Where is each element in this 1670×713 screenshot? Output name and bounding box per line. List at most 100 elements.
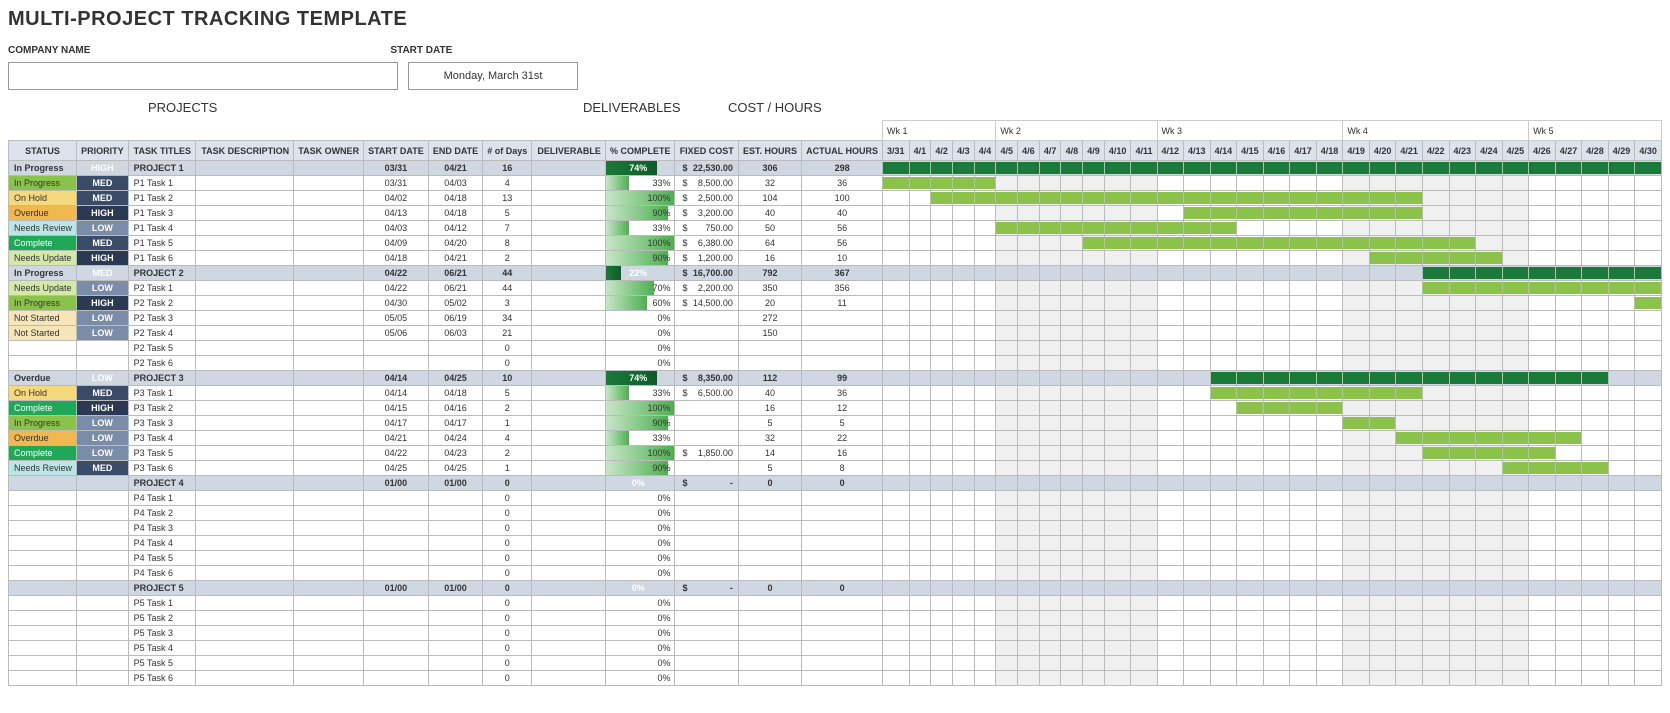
- gantt-cell[interactable]: [931, 581, 953, 596]
- deliv-cell[interactable]: [532, 281, 606, 296]
- gantt-cell[interactable]: [1502, 326, 1529, 341]
- gantt-cell[interactable]: [1343, 281, 1370, 296]
- gantt-cell[interactable]: [1290, 536, 1317, 551]
- gantt-cell[interactable]: [1449, 596, 1476, 611]
- gantt-cell[interactable]: [974, 341, 996, 356]
- gantt-cell[interactable]: [1263, 266, 1290, 281]
- gantt-cell[interactable]: [1449, 626, 1476, 641]
- est-cell[interactable]: 5: [738, 461, 801, 476]
- gantt-cell[interactable]: [1290, 401, 1317, 416]
- desc-cell[interactable]: [196, 176, 294, 191]
- gantt-cell[interactable]: [1476, 191, 1503, 206]
- days-cell[interactable]: 7: [483, 221, 532, 236]
- gantt-cell[interactable]: [1422, 326, 1449, 341]
- gantt-cell[interactable]: [1343, 656, 1370, 671]
- gantt-cell[interactable]: [1131, 326, 1157, 341]
- gantt-cell[interactable]: [1263, 446, 1290, 461]
- gantt-cell[interactable]: [1290, 581, 1317, 596]
- gantt-cell[interactable]: [1061, 386, 1083, 401]
- owner-cell[interactable]: [294, 161, 364, 176]
- status-cell[interactable]: [9, 521, 77, 536]
- gantt-cell[interactable]: [1369, 206, 1396, 221]
- status-cell[interactable]: [9, 476, 77, 491]
- gantt-cell[interactable]: [1396, 491, 1423, 506]
- gantt-cell[interactable]: [1582, 401, 1609, 416]
- gantt-cell[interactable]: [1635, 206, 1662, 221]
- gantt-cell[interactable]: [1635, 551, 1662, 566]
- gantt-cell[interactable]: [1061, 221, 1083, 236]
- gantt-cell[interactable]: [1237, 326, 1264, 341]
- pct-cell[interactable]: 0%: [605, 551, 675, 566]
- title-cell[interactable]: P2 Task 1: [128, 281, 196, 296]
- gantt-cell[interactable]: [1502, 191, 1529, 206]
- est-cell[interactable]: 32: [738, 176, 801, 191]
- gantt-cell[interactable]: [1369, 266, 1396, 281]
- days-cell[interactable]: 16: [483, 161, 532, 176]
- cost-cell[interactable]: $16,700.00: [675, 266, 738, 281]
- gantt-cell[interactable]: [1396, 416, 1423, 431]
- gantt-cell[interactable]: [1018, 461, 1040, 476]
- cost-cell[interactable]: $-: [675, 476, 738, 491]
- gantt-cell[interactable]: [1210, 341, 1237, 356]
- gantt-cell[interactable]: [909, 251, 931, 266]
- priority-cell[interactable]: HIGH: [77, 401, 129, 416]
- gantt-cell[interactable]: [1290, 191, 1317, 206]
- gantt-cell[interactable]: [1237, 596, 1264, 611]
- gantt-cell[interactable]: [1263, 521, 1290, 536]
- days-cell[interactable]: 0: [483, 341, 532, 356]
- end-cell[interactable]: 04/21: [428, 161, 483, 176]
- table-row[interactable]: P4 Task 200%: [9, 506, 1662, 521]
- gantt-cell[interactable]: [1263, 566, 1290, 581]
- gantt-cell[interactable]: [909, 581, 931, 596]
- days-cell[interactable]: 5: [483, 386, 532, 401]
- gantt-cell[interactable]: [1582, 221, 1609, 236]
- gantt-cell[interactable]: [1369, 491, 1396, 506]
- gantt-cell[interactable]: [1210, 371, 1237, 386]
- gantt-cell[interactable]: [1083, 401, 1105, 416]
- gantt-cell[interactable]: [1529, 206, 1556, 221]
- status-cell[interactable]: [9, 506, 77, 521]
- gantt-cell[interactable]: [1343, 161, 1370, 176]
- pct-cell[interactable]: 0%: [605, 626, 675, 641]
- days-cell[interactable]: 2: [483, 251, 532, 266]
- gantt-cell[interactable]: [1061, 341, 1083, 356]
- gantt-cell[interactable]: [1608, 506, 1635, 521]
- priority-cell[interactable]: HIGH: [77, 251, 129, 266]
- gantt-cell[interactable]: [931, 221, 953, 236]
- gantt-cell[interactable]: [1449, 506, 1476, 521]
- gantt-cell[interactable]: [1396, 611, 1423, 626]
- gantt-cell[interactable]: [1157, 266, 1184, 281]
- pct-cell[interactable]: 33%: [605, 386, 675, 401]
- cost-cell[interactable]: $8,350.00: [675, 371, 738, 386]
- gantt-cell[interactable]: [1290, 491, 1317, 506]
- gantt-cell[interactable]: [1422, 191, 1449, 206]
- gantt-cell[interactable]: [1237, 461, 1264, 476]
- gantt-cell[interactable]: [952, 446, 974, 461]
- gantt-cell[interactable]: [1290, 176, 1317, 191]
- gantt-cell[interactable]: [1422, 446, 1449, 461]
- end-cell[interactable]: [428, 491, 483, 506]
- gantt-cell[interactable]: [1449, 611, 1476, 626]
- gantt-cell[interactable]: [1343, 206, 1370, 221]
- priority-cell[interactable]: [77, 641, 129, 656]
- gantt-cell[interactable]: [996, 626, 1018, 641]
- gantt-cell[interactable]: [1290, 521, 1317, 536]
- desc-cell[interactable]: [196, 416, 294, 431]
- gantt-cell[interactable]: [1131, 191, 1157, 206]
- days-cell[interactable]: 0: [483, 566, 532, 581]
- gantt-cell[interactable]: [1290, 506, 1317, 521]
- gantt-cell[interactable]: [1184, 476, 1211, 491]
- gantt-cell[interactable]: [1157, 236, 1184, 251]
- start-cell[interactable]: [364, 656, 429, 671]
- gantt-cell[interactable]: [1131, 176, 1157, 191]
- gantt-cell[interactable]: [1343, 506, 1370, 521]
- gantt-cell[interactable]: [1343, 191, 1370, 206]
- gantt-cell[interactable]: [1316, 536, 1343, 551]
- act-cell[interactable]: 12: [802, 401, 883, 416]
- gantt-cell[interactable]: [1502, 311, 1529, 326]
- cost-cell[interactable]: $6,380.00: [675, 236, 738, 251]
- gantt-cell[interactable]: [1555, 506, 1582, 521]
- gantt-cell[interactable]: [1316, 566, 1343, 581]
- gantt-cell[interactable]: [1343, 626, 1370, 641]
- gantt-cell[interactable]: [1476, 371, 1503, 386]
